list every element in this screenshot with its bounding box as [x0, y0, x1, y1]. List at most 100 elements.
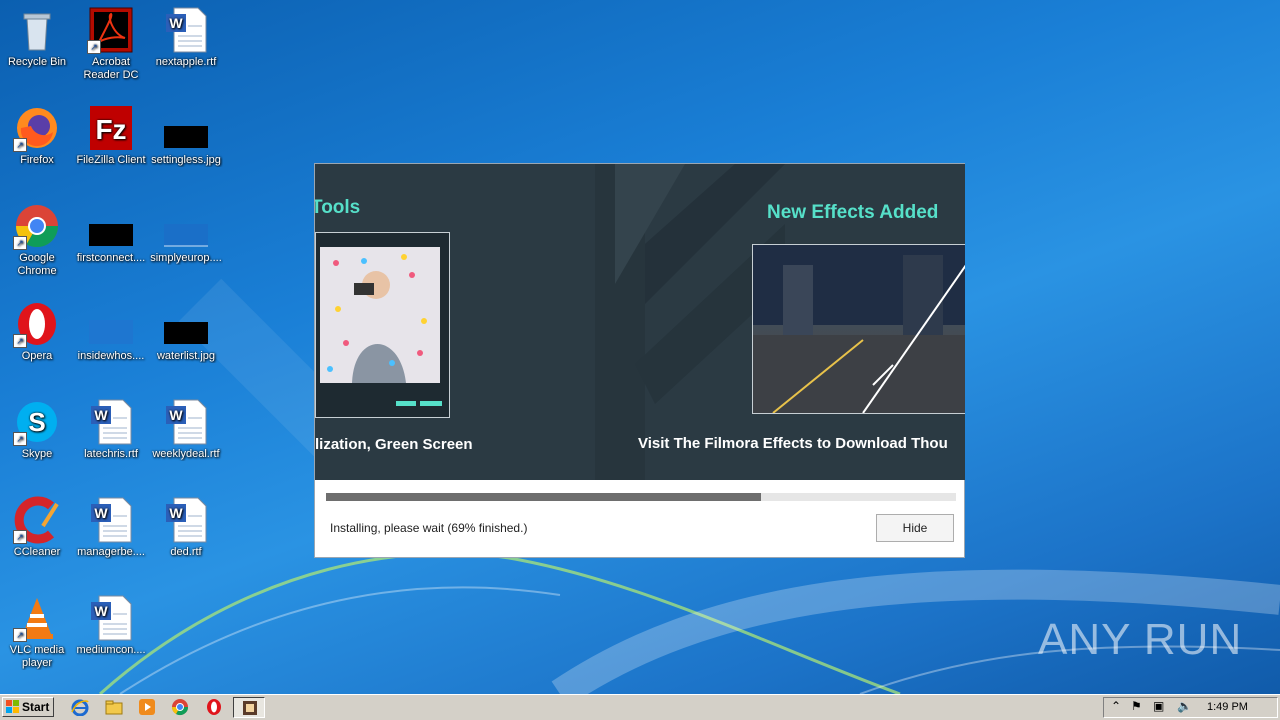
svg-text:S: S [28, 407, 45, 437]
action-center-flag-icon[interactable]: ⚑ [1131, 699, 1142, 713]
show-hidden-icons-icon[interactable]: ⌃ [1111, 699, 1121, 713]
image-file-icon [162, 104, 210, 152]
vlc-icon: ↗ [13, 594, 61, 642]
firefox-icon: ↗ [13, 104, 61, 152]
shortcut-arrow-icon: ↗ [13, 334, 27, 348]
word-doc-icon: W [162, 6, 210, 54]
chrome-icon: ↗ [13, 202, 61, 250]
watermark-text: ANY RUN [1038, 615, 1243, 664]
word-doc-icon: W [87, 398, 135, 446]
desktop-icon-vlc[interactable]: ↗ VLC media player [0, 594, 74, 670]
desktop-icon-label: Recycle Bin [7, 56, 67, 68]
shortcut-arrow-icon: ↗ [13, 138, 27, 152]
skype-icon: S ↗ [13, 398, 61, 446]
shortcut-arrow-icon: ↗ [13, 530, 27, 544]
desktop-icon-label: ded.rtf [170, 546, 202, 558]
word-doc-icon: W [87, 594, 135, 642]
shortcut-arrow-icon: ↗ [13, 236, 27, 250]
banner-title-right: New Effects Added [767, 202, 939, 223]
banner-title-left: Tools [315, 197, 361, 218]
svg-text:W: W [94, 603, 108, 619]
recycle-bin-icon [13, 6, 61, 54]
shortcut-arrow-icon: ↗ [87, 40, 101, 54]
installer-window: Tools New Effects Added lization, Green … [314, 163, 965, 558]
installer-icon [243, 701, 257, 715]
desktop-icon-mediumcon[interactable]: W mediumcon.... [74, 594, 148, 657]
desktop-icon-label: weeklydeal.rtf [152, 448, 220, 460]
opera-taskbar-icon[interactable] [205, 698, 223, 716]
desktop-icon-simplyeurop[interactable]: simplyeurop.... [149, 202, 223, 265]
desktop-icon-label: Acrobat Reader DC [83, 56, 139, 81]
desktop-icon-label: FileZilla Client [76, 154, 146, 166]
desktop-icon-settingless[interactable]: settingless.jpg [149, 104, 223, 167]
network-icon[interactable]: ▣ [1153, 699, 1164, 713]
desktop-icon-label: mediumcon.... [76, 644, 146, 656]
desktop-icon-chrome[interactable]: ↗ Google Chrome [0, 202, 74, 278]
promo-banner: Tools New Effects Added lization, Green … [315, 164, 965, 480]
volume-icon[interactable]: 🔈 [1177, 699, 1192, 713]
desktop: Recycle Bin ↗ Firefox ↗ Google Chrome ↗ … [0, 0, 1280, 694]
chrome-taskbar-icon[interactable] [171, 698, 189, 716]
desktop-icon-label: managerbe.... [77, 546, 145, 558]
hide-button[interactable]: Hide [876, 514, 954, 542]
svg-text:W: W [169, 407, 183, 423]
desktop-icon-opera[interactable]: ↗ Opera [0, 300, 74, 363]
banner-screenshot-right [752, 244, 965, 414]
file-icon [87, 202, 135, 250]
media-player-icon[interactable] [138, 698, 156, 716]
explorer-icon[interactable] [105, 698, 123, 716]
desktop-icon-label: simplyeurop.... [150, 252, 222, 264]
desktop-icon-acrobat[interactable]: ↗ Acrobat Reader DC [74, 6, 148, 82]
desktop-icon-weeklydeal[interactable]: W weeklydeal.rtf [149, 398, 223, 461]
desktop-icon-recycle-bin[interactable]: Recycle Bin [0, 6, 74, 69]
filezilla-icon: Fz [87, 104, 135, 152]
shortcut-arrow-icon: ↗ [13, 628, 27, 642]
desktop-icon-label: CCleaner [13, 546, 61, 558]
desktop-icon-waterlist[interactable]: waterlist.jpg [149, 300, 223, 363]
desktop-icon-nextapple[interactable]: W nextapple.rtf [149, 6, 223, 69]
desktop-icon-ded[interactable]: W ded.rtf [149, 496, 223, 559]
install-status-text: Installing, please wait (69% finished.) [330, 521, 528, 535]
desktop-icon-label: nextapple.rtf [155, 56, 217, 68]
banner-subtitle-left: lization, Green Screen [315, 436, 473, 453]
desktop-icon-label: Firefox [20, 154, 54, 166]
desktop-icon-insidewhos[interactable]: insidewhos.... [74, 300, 148, 363]
start-label: Start [22, 700, 50, 714]
desktop-icon-label: settingless.jpg [151, 154, 221, 166]
word-doc-icon: W [87, 496, 135, 544]
ie-icon[interactable] [71, 698, 89, 716]
desktop-icon-ccleaner[interactable]: ↗ CCleaner [0, 496, 74, 559]
desktop-icon-label: waterlist.jpg [156, 350, 216, 362]
desktop-icon-latechris[interactable]: W latechris.rtf [74, 398, 148, 461]
desktop-icon-firstconnect[interactable]: firstconnect.... [74, 202, 148, 265]
banner-screenshot-left [315, 232, 450, 418]
desktop-icon-filezilla[interactable]: Fz FileZilla Client [74, 104, 148, 167]
word-doc-icon: W [162, 496, 210, 544]
system-tray: ⌃ ⚑ ▣ 🔈 [1103, 697, 1278, 718]
svg-text:W: W [169, 15, 183, 31]
file-icon [162, 202, 210, 250]
desktop-icon-label: insidewhos.... [77, 350, 145, 362]
desktop-icon-skype[interactable]: S ↗ Skype [0, 398, 74, 461]
desktop-icon-label: Google Chrome [17, 252, 57, 277]
taskbar: Start ⌃ ⚑ ▣ 🔈 1:49 PM [0, 694, 1280, 720]
installer-taskbar-button[interactable] [233, 697, 265, 718]
install-progress-bar [326, 493, 956, 501]
banner-subtitle-right: Visit The Filmora Effects to Download Th… [638, 435, 948, 452]
start-button[interactable]: Start [2, 697, 54, 717]
desktop-icon-label: latechris.rtf [84, 448, 138, 460]
desktop-icon-label: VLC media player [9, 644, 65, 669]
shortcut-arrow-icon: ↗ [13, 432, 27, 446]
desktop-icon-firefox[interactable]: ↗ Firefox [0, 104, 74, 167]
desktop-icon-label: firstconnect.... [76, 252, 146, 264]
desktop-icon-label: Skype [21, 448, 53, 460]
opera-icon: ↗ [13, 300, 61, 348]
svg-text:W: W [94, 407, 108, 423]
desktop-icon-managerbe[interactable]: W managerbe.... [74, 496, 148, 559]
svg-text:Fz: Fz [95, 114, 126, 145]
install-progress-fill [326, 493, 761, 501]
svg-text:W: W [94, 505, 108, 521]
svg-text:W: W [169, 505, 183, 521]
taskbar-clock[interactable]: 1:49 PM [1207, 701, 1248, 713]
ccleaner-icon: ↗ [13, 496, 61, 544]
